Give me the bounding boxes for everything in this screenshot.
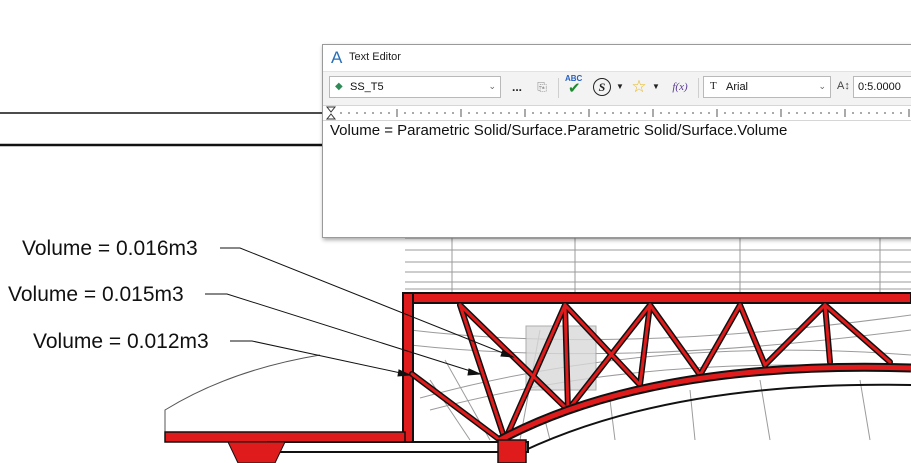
autodesk-a-icon: A [331,48,343,67]
dome-outline [164,354,321,433]
text-style-dropdown[interactable]: ◆ SS_T5 ⌄ [329,76,501,98]
symbol-icon: S [593,78,611,96]
indent-marker-bottom [325,113,337,120]
chevron-down-icon: ⌄ [818,81,826,91]
font-value: Arial [726,81,749,93]
symbol-button[interactable]: S [591,76,613,98]
star-dropdown-arrow[interactable]: ▼ [650,76,662,98]
ruler[interactable] [323,105,911,121]
volume-callout-2: Volume = 0.015m3 [8,283,184,306]
editor-text-content[interactable]: Volume = Parametric Solid/Surface.Parame… [330,122,787,139]
base-beams [164,431,529,463]
title-bar[interactable]: A Text Editor [323,45,911,71]
background-structure [405,237,911,441]
truss-frame [402,292,911,461]
toolbar-separator [698,78,699,98]
text-editor-toolbar: ◆ SS_T5 ⌄ ... ⎘ ABC ✔ S ▼ ☆ ▼ f(x) T Ari… [323,71,911,106]
text-height-icon: A↕ [837,80,850,92]
field-button[interactable]: f(x) [667,76,693,98]
section-lines [0,112,330,147]
indent-marker-top [325,106,337,113]
font-dropdown[interactable]: T Arial ⌄ [703,76,831,98]
spell-check-icon: ✔ [568,80,581,97]
font-icon: T [710,80,717,92]
volume-callout-1: Volume = 0.016m3 [22,237,198,260]
text-style-value: SS_T5 [350,81,384,93]
diamond-style-icon: ◆ [335,81,343,92]
more-options-button[interactable]: ... [507,76,527,98]
toolbar-separator [558,78,559,98]
paste-icon[interactable]: ⎘ [531,76,553,98]
chevron-down-icon: ⌄ [488,81,496,91]
window-title: Text Editor [349,51,401,63]
volume-callout-3: Volume = 0.012m3 [33,330,209,353]
spell-check-button[interactable]: ABC ✔ [563,74,587,98]
text-height-input[interactable]: 0:5.0000 [853,76,911,98]
symbol-dropdown-arrow[interactable]: ▼ [614,76,626,98]
text-height-value: 0:5.0000 [858,81,901,93]
star-icon[interactable]: ☆ [629,76,649,98]
text-editor-window[interactable]: A Text Editor ◆ SS_T5 ⌄ ... ⎘ ABC ✔ S ▼ … [322,44,911,238]
